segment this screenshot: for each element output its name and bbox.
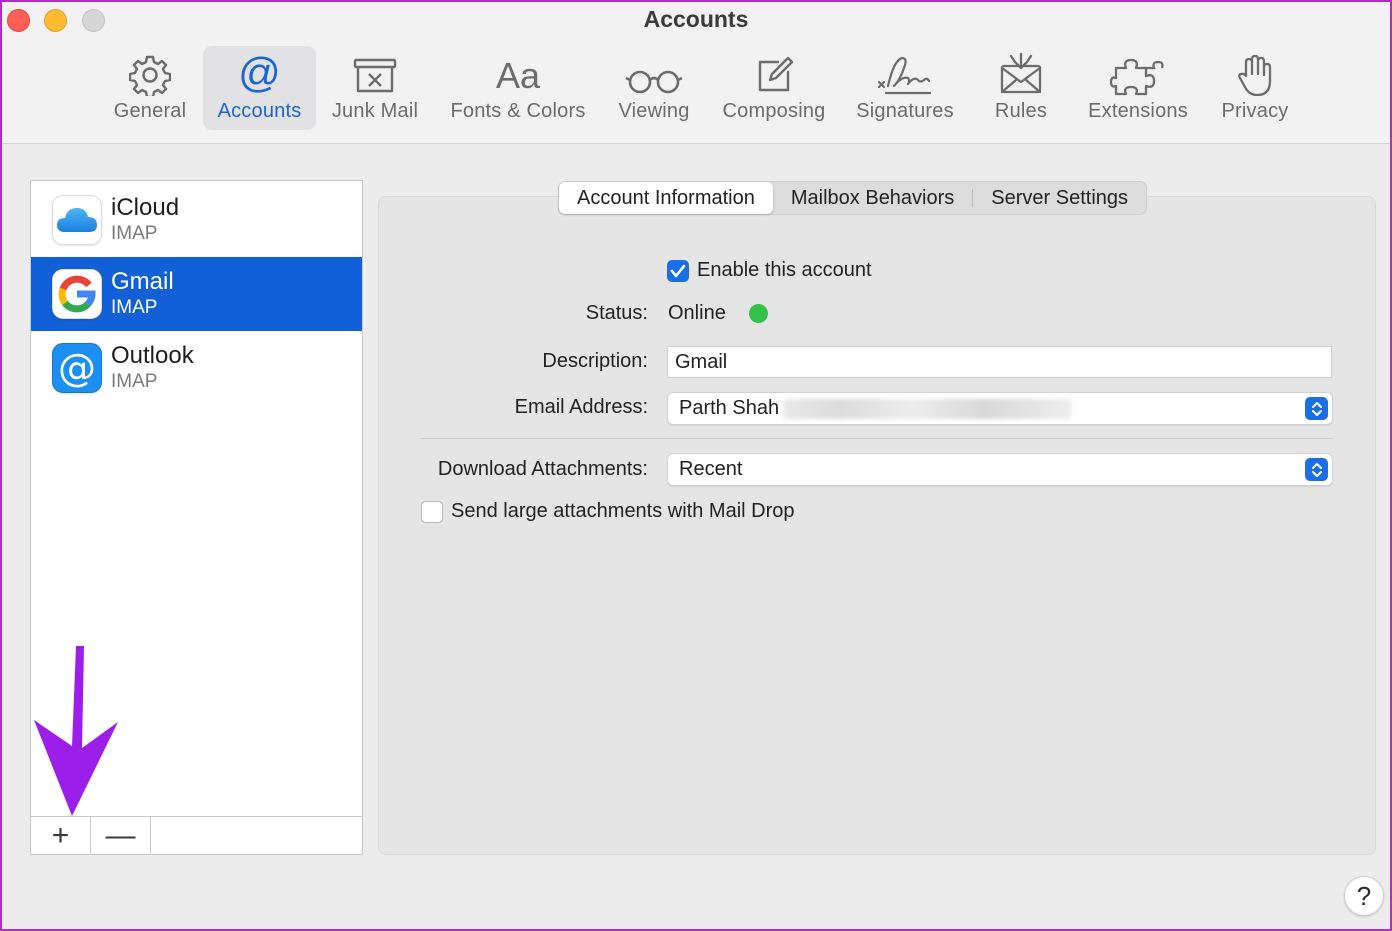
tab-server-settings[interactable]: Server Settings: [973, 182, 1146, 214]
description-field[interactable]: Gmail: [667, 346, 1332, 378]
account-name: iCloud: [111, 194, 180, 221]
toolbar-label: Fonts & Colors: [450, 100, 586, 122]
account-type: IMAP: [111, 223, 158, 244]
mail-drop-checkbox[interactable]: [421, 501, 443, 523]
enable-account-label: Enable this account: [697, 259, 872, 281]
toolbar-label: General: [113, 100, 187, 122]
gmail-icon: [52, 269, 102, 319]
mail-drop-label: Send large attachments with Mail Drop: [451, 500, 795, 522]
email-address-value: Parth Shah: [679, 397, 780, 419]
description-label: Description:: [542, 350, 648, 372]
toolbar-label: Extensions: [1088, 100, 1188, 122]
account-item-icloud[interactable]: iCloud IMAP: [31, 183, 362, 257]
fonts-icon: Aa: [495, 55, 541, 96]
preferences-window: Accounts General @ Accounts Junk Mail Aa…: [0, 0, 1392, 931]
toolbar-item-rules[interactable]: Rules: [987, 46, 1055, 130]
account-settings-panel: [378, 196, 1376, 855]
download-attachments-label: Download Attachments:: [437, 458, 648, 480]
chevron-up-down-icon: [1305, 458, 1328, 481]
remove-account-button[interactable]: —: [91, 817, 151, 854]
window-title: Accounts: [643, 6, 749, 32]
toolbar-label: Privacy: [1221, 100, 1289, 122]
toolbar-item-viewing[interactable]: Viewing: [609, 46, 699, 130]
toolbar-item-general[interactable]: General: [106, 46, 194, 130]
outlook-icon: @: [52, 343, 102, 393]
tab-account-information[interactable]: Account Information: [559, 182, 773, 214]
status-online-indicator: [749, 304, 768, 323]
toolbar-label: Viewing: [618, 100, 690, 122]
chevron-up-down-icon: [1305, 397, 1328, 420]
junk-icon: [352, 46, 398, 100]
account-item-outlook[interactable]: @ Outlook IMAP: [31, 331, 362, 405]
account-list-footer: + —: [31, 816, 362, 854]
enable-account-checkbox[interactable]: [667, 260, 689, 282]
account-item-gmail[interactable]: Gmail IMAP: [31, 257, 362, 331]
gear-icon: [129, 46, 171, 100]
signature-icon: [876, 46, 934, 100]
section-divider: [421, 438, 1333, 439]
toolbar-item-composing[interactable]: Composing: [714, 46, 834, 130]
toolbar-label: Accounts: [217, 100, 302, 122]
toolbar-item-extensions[interactable]: Extensions: [1079, 46, 1197, 130]
toolbar-item-accounts[interactable]: @ Accounts: [203, 46, 316, 130]
toolbar-item-privacy[interactable]: Privacy: [1214, 46, 1296, 130]
icloud-icon: [52, 195, 102, 245]
email-address-label: Email Address:: [514, 396, 648, 418]
status-label: Status:: [585, 302, 648, 324]
compose-icon: [754, 46, 794, 100]
glasses-icon: [624, 46, 684, 100]
email-address-popup[interactable]: Parth Shah: [667, 392, 1333, 425]
rules-icon: [999, 46, 1043, 100]
toolbar-item-signatures[interactable]: Signatures: [849, 46, 961, 130]
redacted-email: [783, 398, 1072, 419]
account-type: IMAP: [111, 297, 158, 318]
toolbar-label: Rules: [994, 100, 1048, 122]
toolbar-label: Signatures: [856, 100, 954, 122]
account-type: IMAP: [111, 371, 158, 392]
checkmark-icon: [670, 264, 686, 278]
toolbar-item-fonts-colors[interactable]: Aa Fonts & Colors: [440, 46, 596, 130]
toolbar-label: Junk Mail: [331, 100, 419, 122]
tab-mailbox-behaviors[interactable]: Mailbox Behaviors: [773, 182, 972, 214]
add-account-button[interactable]: +: [31, 817, 91, 854]
help-button[interactable]: ?: [1344, 876, 1384, 916]
download-attachments-value: Recent: [679, 458, 743, 480]
annotation-arrow-icon: [34, 646, 118, 816]
toolbar-label: Composing: [722, 100, 826, 122]
download-attachments-popup[interactable]: Recent: [667, 453, 1333, 486]
puzzle-icon: [1110, 46, 1166, 100]
account-name: Outlook: [111, 342, 194, 369]
toolbar: Accounts General @ Accounts Junk Mail Aa…: [2, 2, 1390, 144]
at-icon: @: [238, 49, 281, 96]
toolbar-item-junk-mail[interactable]: Junk Mail: [326, 46, 424, 130]
settings-tabs: Account Information Mailbox Behaviors Se…: [558, 181, 1148, 215]
account-name: Gmail: [111, 268, 174, 295]
status-value: Online: [668, 302, 726, 324]
hand-icon: [1237, 46, 1273, 100]
